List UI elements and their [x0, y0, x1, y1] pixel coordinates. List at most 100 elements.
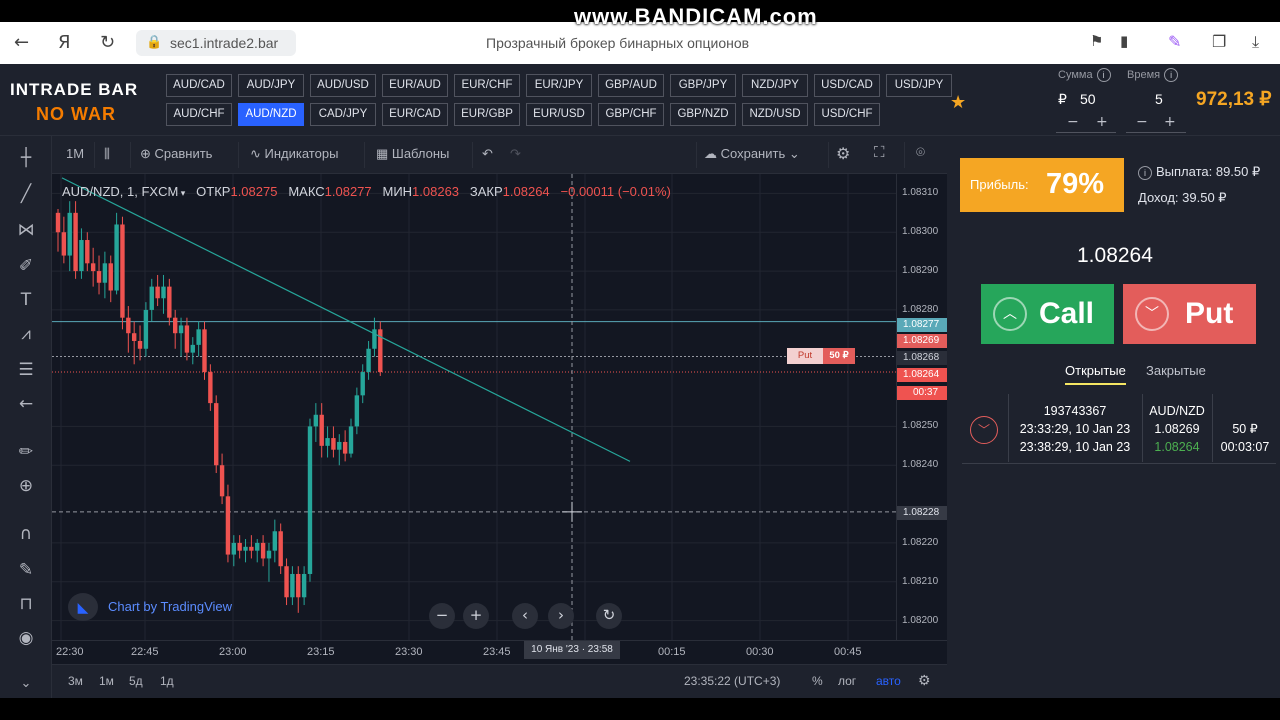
pair-button-eur-chf[interactable]: EUR/CHF [454, 74, 520, 97]
candle-body [231, 542, 236, 555]
info-icon[interactable]: i [1096, 68, 1111, 82]
pair-button-aud-chf[interactable]: AUD/CHF [166, 103, 232, 126]
download-icon[interactable]: ⤓ [1252, 32, 1259, 52]
trade-prices: AUD/NZD 1.08269 1.08264 [1144, 402, 1210, 456]
clock[interactable]: 23:35:22 (UTC+3) [684, 674, 780, 688]
favorite-star-icon[interactable]: ★ [950, 92, 966, 113]
screenshot-icon[interactable]: ⌾ [916, 144, 925, 161]
tab-closed-trades[interactable]: Закрытые [1146, 363, 1206, 378]
sum-input[interactable]: 50 [1080, 91, 1096, 107]
scroll-right-button[interactable]: › [548, 603, 574, 629]
range-button-2[interactable]: 5д [129, 674, 143, 688]
save-button[interactable]: ☁ Сохранить ⌄ [704, 146, 800, 162]
pair-button-gbp-jpy[interactable]: GBP/JPY [670, 74, 736, 97]
translate-icon[interactable]: ⚑ [1090, 32, 1103, 50]
templates-button[interactable]: ▦ Шаблоны [376, 146, 449, 162]
zoom-in-icon[interactable]: ⊕ [14, 474, 38, 498]
back-arrow-icon[interactable]: ← [14, 392, 38, 416]
pair-button-eur-cad[interactable]: EUR/CAD [382, 103, 448, 126]
pair-button-usd-cad[interactable]: USD/CAD [814, 74, 880, 97]
yandex-icon[interactable]: Я [58, 32, 71, 53]
pair-button-aud-jpy[interactable]: AUD/JPY [238, 74, 304, 97]
price-tag-high: 1.08277 [897, 318, 947, 332]
crosshair-icon[interactable]: ┼ [14, 146, 38, 170]
eye-icon[interactable]: ◉ [14, 626, 38, 650]
candle-body [120, 224, 125, 318]
brush-icon[interactable]: ✐ [14, 254, 38, 278]
address-bar[interactable]: 🔒 sec1.intrade2.bar [136, 30, 296, 56]
extensions-icon[interactable]: ❐ [1212, 32, 1226, 51]
zoom-in-button[interactable]: + [463, 603, 489, 629]
pair-button-eur-gbp[interactable]: EUR/GBP [454, 103, 520, 126]
put-button[interactable]: ﹀ Put [1123, 284, 1256, 344]
pair-button-usd-chf[interactable]: USD/CHF [814, 103, 880, 126]
scale-settings-icon[interactable]: ⚙ [918, 672, 931, 689]
pair-button-eur-jpy[interactable]: EUR/JPY [526, 74, 592, 97]
info-icon[interactable]: i [1164, 68, 1179, 82]
pair-button-nzd-usd[interactable]: NZD/USD [742, 103, 808, 126]
candle-body [372, 329, 377, 349]
range-button-1[interactable]: 1м [99, 674, 114, 688]
range-button-3[interactable]: 1д [160, 674, 174, 688]
indicators-button[interactable]: ∿ Индикаторы [250, 146, 338, 162]
pair-button-eur-aud[interactable]: EUR/AUD [382, 74, 448, 97]
zoom-out-button[interactable]: − [429, 603, 455, 629]
compare-button[interactable]: ⊕ Сравнить [140, 146, 212, 162]
symbol-title[interactable]: AUD/NZD, 1, FXCM [62, 184, 178, 199]
fib-icon[interactable]: ⋈ [14, 218, 38, 242]
sum-plus-button[interactable]: + [1096, 114, 1108, 130]
pair-button-gbp-chf[interactable]: GBP/CHF [598, 103, 664, 126]
pattern-icon[interactable]: ⩘ [14, 322, 38, 346]
percent-toggle[interactable]: % [812, 674, 823, 688]
redo-icon[interactable]: ↷ [510, 146, 521, 162]
time-minus-button[interactable]: − [1136, 114, 1148, 130]
time-plus-button[interactable]: + [1164, 114, 1176, 130]
pair-button-aud-usd[interactable]: AUD/USD [310, 74, 376, 97]
price-scale[interactable] [896, 174, 947, 640]
candle-style-icon[interactable]: ⫼ [104, 146, 110, 162]
magnet-icon[interactable]: ∩ [14, 522, 38, 546]
pair-button-aud-nzd[interactable]: AUD/NZD [238, 103, 304, 126]
pair-button-nzd-jpy[interactable]: NZD/JPY [742, 74, 808, 97]
lock-drawing-icon[interactable]: ✎ [14, 558, 38, 582]
candle-body [131, 333, 137, 341]
undo-icon[interactable]: ↶ [482, 146, 493, 162]
tab-open-trades[interactable]: Открытые [1065, 363, 1126, 385]
sum-minus-button[interactable]: − [1067, 114, 1079, 130]
lock-icon[interactable]: ⊓ [14, 592, 38, 616]
info-icon[interactable]: i [1138, 165, 1152, 180]
pair-button-aud-cad[interactable]: AUD/CAD [166, 74, 232, 97]
back-icon[interactable]: ← [14, 32, 29, 53]
pair-button-gbp-aud[interactable]: GBP/AUD [598, 74, 664, 97]
log-toggle[interactable]: лог [838, 674, 856, 688]
fullscreen-icon[interactable]: ⛶ [874, 144, 885, 161]
interval-button[interactable]: 1M [66, 146, 84, 161]
close-label: ЗАКР [469, 184, 503, 199]
price-chart[interactable] [52, 174, 896, 640]
deal-marker[interactable]: Put 50 ₽ [787, 348, 855, 364]
auto-toggle[interactable]: авто [876, 674, 901, 688]
tradingview-logo-icon[interactable]: ◣ [68, 593, 98, 621]
pair-button-eur-usd[interactable]: EUR/USD [526, 103, 592, 126]
ruler-icon[interactable]: ✏ [14, 440, 38, 464]
candle-body [202, 329, 207, 373]
collapse-icon[interactable]: ⌄ [14, 672, 38, 696]
reset-chart-button[interactable]: ↻ [596, 603, 622, 629]
time-input[interactable]: 5 [1155, 91, 1163, 107]
text-icon[interactable]: T [14, 288, 38, 312]
bookmark-icon[interactable]: ▮ [1120, 32, 1128, 50]
call-button[interactable]: ︿ Call [981, 284, 1114, 344]
chevron-down-icon[interactable]: ﹀ [970, 416, 998, 444]
measure-icon[interactable]: ☰ [14, 358, 38, 382]
reload-icon[interactable]: ↻ [100, 32, 115, 53]
tradingview-attribution[interactable]: Chart by TradingView [108, 599, 232, 614]
range-button-0[interactable]: 3м [68, 674, 83, 688]
chart-pane[interactable] [52, 174, 947, 640]
trendline-icon[interactable]: ╱ [14, 182, 38, 206]
pair-button-usd-jpy[interactable]: USD/JPY [886, 74, 952, 97]
pair-button-cad-jpy[interactable]: CAD/JPY [310, 103, 376, 126]
settings-icon[interactable]: ⚙ [836, 144, 850, 164]
pen-icon[interactable]: ✎ [1168, 32, 1181, 51]
scroll-left-button[interactable]: ‹ [512, 603, 538, 629]
pair-button-gbp-nzd[interactable]: GBP/NZD [670, 103, 736, 126]
